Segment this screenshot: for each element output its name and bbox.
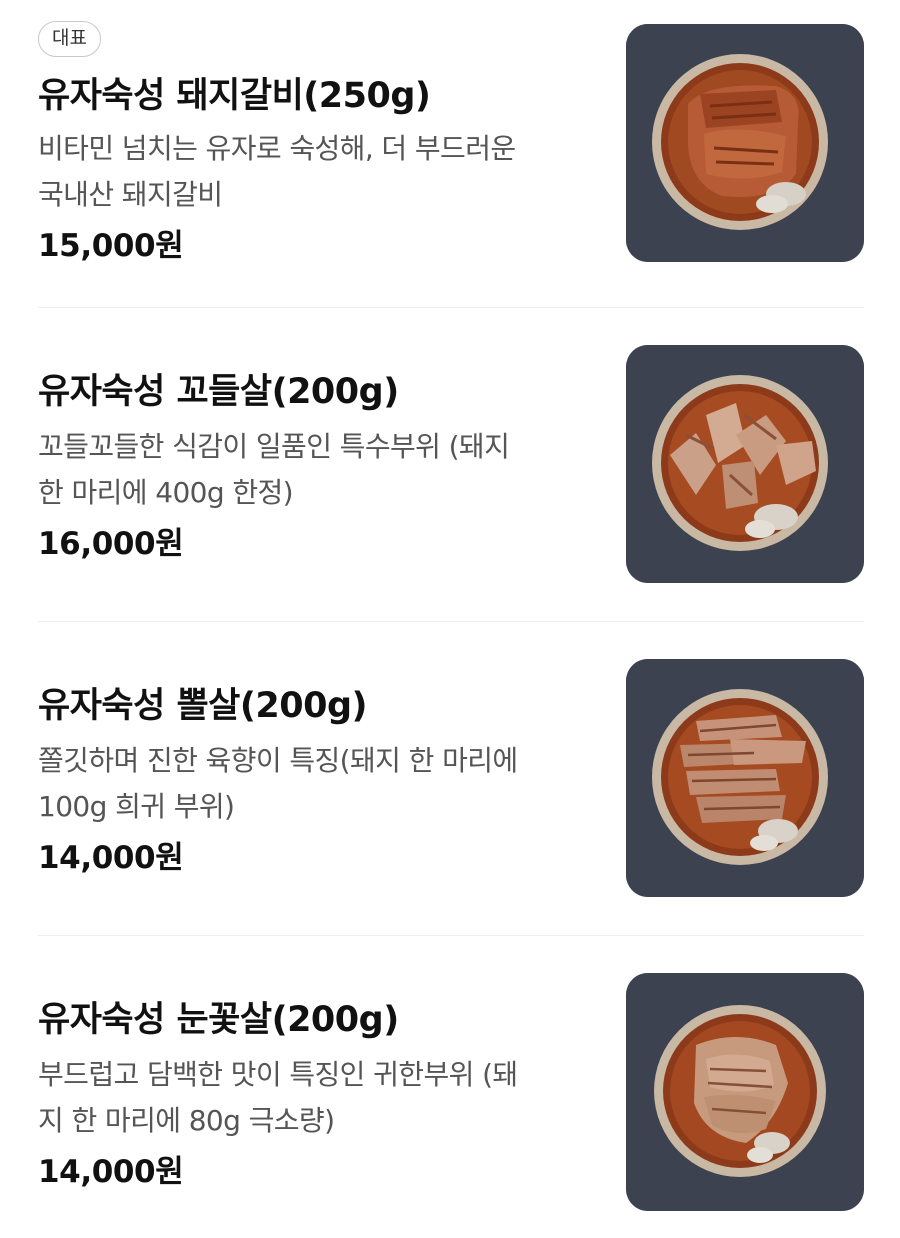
menu-item-description-line: 국내산 돼지갈비: [38, 178, 223, 211]
pork-cheek-strips-photo: [626, 659, 864, 897]
pork-snowflake-cut-photo: [626, 973, 864, 1211]
menu-item-description-line: 쫄깃하며 진한 육향이 특징(돼지 한 마리에: [38, 744, 518, 777]
signature-badge: 대표: [38, 21, 101, 57]
menu-item-price: 15,000원: [38, 228, 184, 264]
menu-item-description-line: 꼬들꼬들한 식감이 일품인 특수부위 (돼지: [38, 430, 510, 463]
divider: [38, 621, 864, 622]
menu-item-description-line: 지 한 마리에 80g 극소량): [38, 1104, 335, 1137]
menu-item-photo[interactable]: [626, 659, 864, 897]
marinated-pork-ribs-photo: [626, 24, 864, 262]
menu-item-name: 유자숙성 뽈살(200g): [38, 686, 368, 726]
menu-item-price: 16,000원: [38, 526, 184, 562]
menu-item-photo[interactable]: [626, 24, 864, 262]
menu-item-photo[interactable]: [626, 973, 864, 1211]
menu-item-name: 유자숙성 꼬들살(200g): [38, 372, 399, 412]
menu-item-photo[interactable]: [626, 345, 864, 583]
menu-item-name: 유자숙성 눈꽃살(200g): [38, 1000, 399, 1040]
menu-item[interactable]: 대표 유자숙성 돼지갈비(250g) 비타민 넘치는 유자로 숙성해, 더 부드…: [0, 0, 900, 300]
menu-item-description-line: 100g 희귀 부위): [38, 790, 235, 823]
menu-item-description-line: 한 마리에 400g 한정): [38, 476, 294, 509]
menu-item[interactable]: 유자숙성 꼬들살(200g) 꼬들꼬들한 식감이 일품인 특수부위 (돼지 한 …: [0, 316, 900, 616]
menu-item[interactable]: 유자숙성 눈꽃살(200g) 부드럽고 담백한 맛이 특징인 귀한부위 (돼 지…: [0, 944, 900, 1238]
menu-item-description-line: 비타민 넘치는 유자로 숙성해, 더 부드러운: [38, 132, 516, 165]
menu-item-price: 14,000원: [38, 840, 184, 876]
menu-item-name: 유자숙성 돼지갈비(250g): [38, 76, 431, 116]
menu-item[interactable]: 유자숙성 뽈살(200g) 쫄깃하며 진한 육향이 특징(돼지 한 마리에 10…: [0, 630, 900, 930]
menu-item-description-line: 부드럽고 담백한 맛이 특징인 귀한부위 (돼: [38, 1058, 518, 1091]
menu-list: 대표 유자숙성 돼지갈비(250g) 비타민 넘치는 유자로 숙성해, 더 부드…: [0, 0, 900, 1238]
menu-item-price: 14,000원: [38, 1154, 184, 1190]
divider: [38, 935, 864, 936]
pork-jowl-chunks-photo: [626, 345, 864, 583]
divider: [38, 307, 864, 308]
